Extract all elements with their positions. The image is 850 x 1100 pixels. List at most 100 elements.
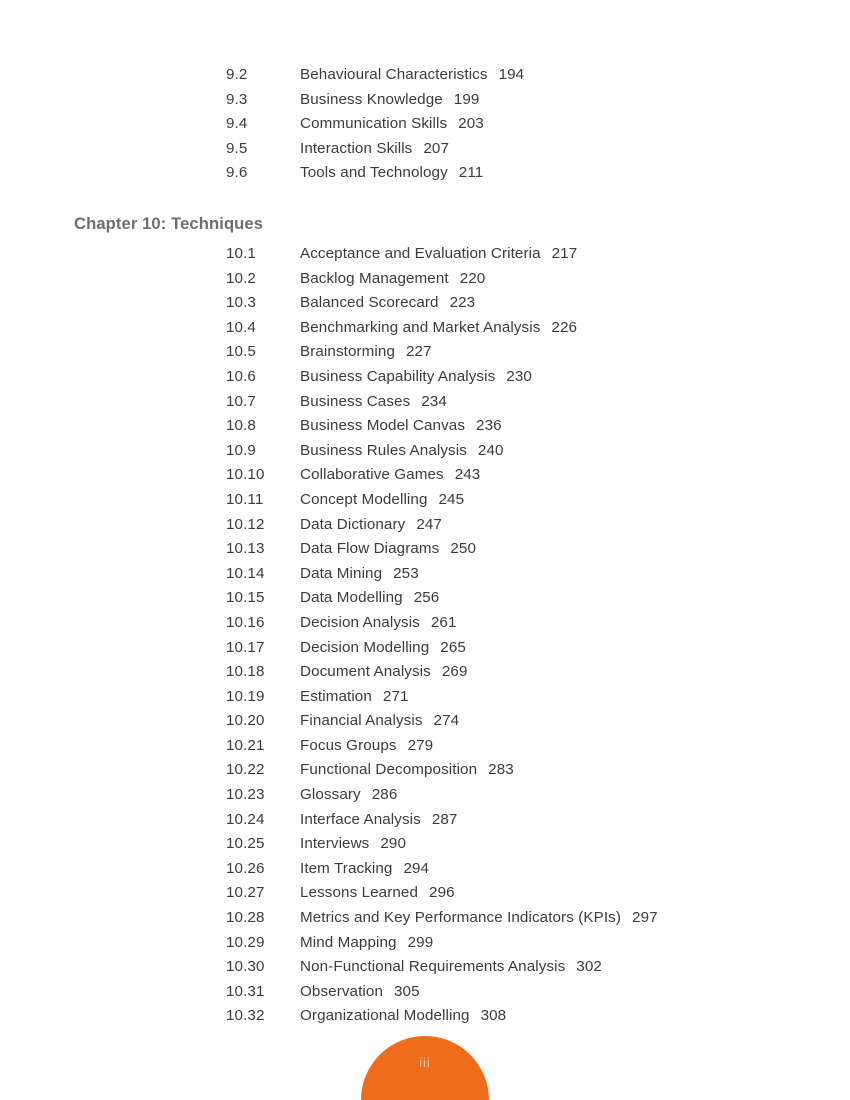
toc-entry-title: Data Dictionary bbox=[300, 515, 406, 533]
toc-entry-page-number: 294 bbox=[403, 859, 430, 877]
toc-entry[interactable]: 10.16 Decision Analysis 261 bbox=[0, 614, 850, 639]
toc-entry-title: Data Flow Diagrams bbox=[300, 540, 440, 558]
toc-entry-title: Tools and Technology bbox=[300, 164, 448, 182]
toc-entry[interactable]: 10.7 Business Cases 234 bbox=[0, 393, 850, 418]
toc-entry-title: Glossary bbox=[300, 786, 361, 804]
toc-entry-number: 10.29 bbox=[226, 933, 265, 951]
toc-entry[interactable]: 10.14 Data Mining 253 bbox=[0, 565, 850, 590]
toc-entry[interactable]: 10.9 Business Rules Analysis 240 bbox=[0, 442, 850, 467]
toc-entry-title: Interviews bbox=[300, 835, 370, 853]
toc-entry-page-number: 261 bbox=[430, 613, 457, 631]
toc-entry[interactable]: 10.22 Functional Decomposition 283 bbox=[0, 761, 850, 786]
toc-entry-number: 10.1 bbox=[226, 245, 256, 262]
toc-entry-number: 10.9 bbox=[226, 441, 256, 459]
toc-entry[interactable]: 10.23 Glossary 286 bbox=[0, 786, 850, 811]
toc-entry-title: Interface Analysis bbox=[300, 810, 421, 828]
toc-entry-number: 10.28 bbox=[226, 909, 265, 927]
toc-entry-page-number: 240 bbox=[477, 441, 504, 459]
toc-entry-page-number: 194 bbox=[498, 66, 525, 83]
toc-entry[interactable]: 10.4 Benchmarking and Market Analysis 226 bbox=[0, 319, 850, 344]
toc-entry-number: 10.3 bbox=[226, 294, 256, 312]
toc-entry-title: Business Cases bbox=[300, 392, 411, 410]
toc-entry[interactable]: 10.20 Financial Analysis 274 bbox=[0, 712, 850, 737]
toc-entry[interactable]: 10.19 Estimation 271 bbox=[0, 688, 850, 713]
toc-entry-number: 9.4 bbox=[226, 115, 248, 133]
toc-entry-page-number: 269 bbox=[441, 663, 468, 681]
toc-entry-number: 10.11 bbox=[226, 490, 264, 508]
toc-entry-page-number: 220 bbox=[459, 269, 486, 287]
toc-entry[interactable]: 10.8 Business Model Canvas 236 bbox=[0, 417, 850, 442]
toc-entry-page-number: 250 bbox=[450, 540, 477, 558]
toc-entry-number: 10.13 bbox=[226, 540, 265, 558]
toc-entry-group-chapter-10: 10.1 Acceptance and Evaluation Criteria 21… bbox=[0, 245, 850, 1032]
toc-entry-page-number: 308 bbox=[480, 1007, 507, 1025]
toc-entry-number: 10.24 bbox=[226, 810, 265, 828]
toc-entry[interactable]: 10.11 Concept Modelling 245 bbox=[0, 491, 850, 516]
toc-entry[interactable]: 9.4 Communication Skills 203 bbox=[0, 115, 850, 140]
toc-entry-page-number: 299 bbox=[407, 933, 434, 951]
toc-entry-page-number: 256 bbox=[413, 589, 440, 607]
toc-entry-page-number: 247 bbox=[416, 515, 442, 533]
toc-entry-title: Data Modelling bbox=[300, 589, 403, 607]
toc-entry-title: Focus Groups bbox=[300, 736, 397, 754]
toc-entry-number: 10.19 bbox=[226, 687, 265, 705]
toc-entry[interactable]: 10.13 Data Flow Diagrams 250 bbox=[0, 540, 850, 565]
toc-entry-title: Metrics and Key Performance Indicators (… bbox=[300, 909, 622, 927]
toc-entry-page-number: 279 bbox=[407, 736, 434, 754]
toc-entry-page-number: 207 bbox=[423, 139, 450, 157]
toc-entry[interactable]: 10.27 Lessons Learned 296 bbox=[0, 884, 850, 909]
toc-entry[interactable]: 10.6 Business Capability Analysis 230 bbox=[0, 368, 850, 393]
toc-entry-number: 10.21 bbox=[226, 736, 265, 754]
toc-entry[interactable]: 10.17 Decision Modelling 265 bbox=[0, 639, 850, 664]
toc-entry[interactable]: 10.26 Item Tracking 294 bbox=[0, 860, 850, 885]
toc-entry-page-number: 227 bbox=[406, 343, 432, 361]
toc-entry-title: Behavioural Characteristics bbox=[300, 66, 488, 83]
toc-entry[interactable]: 9.3 Business Knowledge 199 bbox=[0, 91, 850, 116]
toc-entry[interactable]: 10.25 Interviews 290 bbox=[0, 835, 850, 860]
toc-entry[interactable]: 10.1 Acceptance and Evaluation Criteria 21… bbox=[0, 245, 850, 270]
toc-entry-page-number: 302 bbox=[576, 958, 602, 976]
toc-entry-number: 10.12 bbox=[226, 515, 265, 533]
toc-entry[interactable]: 10.29 Mind Mapping 299 bbox=[0, 934, 850, 959]
toc-entry-title: Item Tracking bbox=[300, 859, 393, 877]
toc-entry[interactable]: 9.5 Interaction Skills 207 bbox=[0, 140, 850, 165]
toc-entry[interactable]: 10.2 Backlog Management 220 bbox=[0, 270, 850, 295]
toc-entry-title: Decision Modelling bbox=[300, 638, 430, 656]
toc-entry-number: 9.3 bbox=[226, 90, 248, 108]
toc-entry-title: Business Model Canvas bbox=[300, 417, 466, 435]
toc-entry-number: 10.25 bbox=[226, 835, 265, 853]
toc-entry[interactable]: 10.18 Document Analysis 269 bbox=[0, 663, 850, 688]
toc-entry[interactable]: 10.15 Data Modelling 256 bbox=[0, 589, 850, 614]
toc-entry[interactable]: 10.12 Data Dictionary 247 bbox=[0, 516, 850, 541]
toc-entry-number: 10.10 bbox=[226, 466, 265, 484]
toc-entry-title: Observation bbox=[300, 982, 383, 1000]
toc-entry-number: 9.5 bbox=[226, 139, 248, 157]
toc-entry-page-number: 296 bbox=[429, 884, 455, 902]
toc-entry[interactable]: 10.28 Metrics and Key Performance Indicat… bbox=[0, 909, 850, 934]
toc-entry-title: Acceptance and Evaluation Criteria bbox=[300, 245, 541, 262]
toc-entry-title: Interaction Skills bbox=[300, 139, 413, 157]
toc-entry[interactable]: 9.2 Behavioural Characteristics 194 bbox=[0, 66, 850, 91]
toc-entry[interactable]: 9.6 Tools and Technology 211 bbox=[0, 164, 850, 189]
toc-entry[interactable]: 10.30 Non-Functional Requirements Analysi… bbox=[0, 958, 850, 983]
toc-entry-page-number: 305 bbox=[394, 982, 420, 1000]
toc-entry-page-number: 271 bbox=[382, 687, 409, 705]
toc-entry-page-number: 203 bbox=[458, 115, 484, 133]
toc-entry-page-number: 226 bbox=[551, 318, 578, 336]
toc-entry-number: 10.23 bbox=[226, 786, 265, 804]
toc-entry[interactable]: 10.31 Observation 305 bbox=[0, 983, 850, 1008]
toc-entry[interactable]: 10.10 Collaborative Games 243 bbox=[0, 466, 850, 491]
toc-entry-number: 9.6 bbox=[226, 164, 248, 182]
toc-entry-page-number: 230 bbox=[506, 367, 532, 385]
toc-entry-number: 9.2 bbox=[226, 66, 248, 83]
footer-page-number: iii bbox=[419, 1055, 431, 1070]
toc-entry[interactable]: 10.3 Balanced Scorecard 223 bbox=[0, 294, 850, 319]
toc-entry[interactable]: 10.21 Focus Groups 279 bbox=[0, 737, 850, 762]
toc-entry[interactable]: 10.24 Interface Analysis 287 bbox=[0, 811, 850, 836]
toc-entry[interactable]: 10.5 Brainstorming 227 bbox=[0, 343, 850, 368]
toc-entry[interactable]: 10.32 Organizational Modelling 308 bbox=[0, 1007, 850, 1032]
toc-entry-title: Non-Functional Requirements Analysis bbox=[300, 958, 566, 976]
toc-entry-title: Data Mining bbox=[300, 564, 383, 582]
toc-entry-number: 10.16 bbox=[226, 613, 265, 631]
toc-entry-page-number: 283 bbox=[488, 761, 514, 779]
